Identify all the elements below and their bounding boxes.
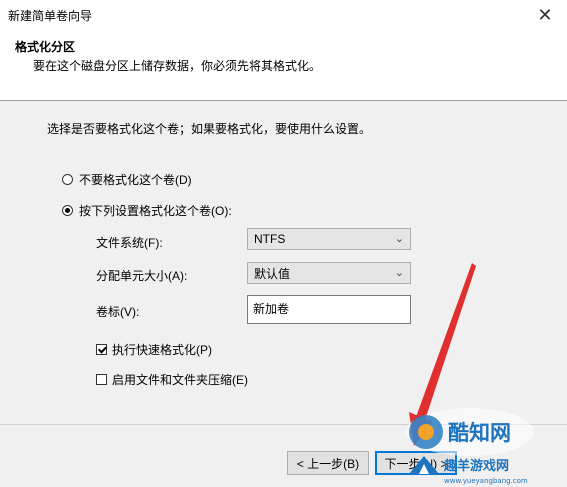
checkbox-unchecked[interactable] [96, 374, 107, 385]
chevron-down-icon: ⌄ [394, 267, 404, 279]
checkbox-checked[interactable] [96, 344, 107, 355]
compression-checkbox[interactable]: 启用文件和文件夹压缩(E) [96, 371, 248, 388]
wizard-window: 新建简单卷向导 ✕ 格式化分区 要在这个磁盘分区上储存数据，你必须先将其格式化。… [0, 0, 567, 487]
radio-no-format[interactable]: 不要格式化这个卷(D) [62, 171, 192, 188]
radio-button-selected[interactable] [62, 205, 73, 216]
checkbox-label: 执行快速格式化(P) [112, 343, 212, 357]
quick-format-checkbox[interactable]: 执行快速格式化(P) [96, 341, 212, 358]
close-icon[interactable]: ✕ [523, 0, 567, 30]
chevron-down-icon: ⌄ [394, 233, 404, 245]
window-title: 新建简单卷向导 [8, 9, 93, 23]
wizard-footer [0, 425, 567, 487]
volume-label-input[interactable]: 新加卷 [247, 295, 411, 324]
radio-label: 不要格式化这个卷(D) [79, 173, 192, 187]
title-bar: 新建简单卷向导 ✕ [0, 0, 567, 30]
filesystem-value: NTFS [254, 232, 286, 246]
back-button[interactable]: < 上一步(B) [287, 451, 369, 475]
wizard-header: 格式化分区 要在这个磁盘分区上储存数据，你必须先将其格式化。 [0, 30, 567, 100]
radio-button[interactable] [62, 174, 73, 185]
page-title: 格式化分区 [15, 40, 76, 54]
allocation-select[interactable]: 默认值 ⌄ [247, 262, 411, 284]
allocation-label: 分配单元大小(A): [96, 269, 188, 283]
radio-label: 按下列设置格式化这个卷(O): [79, 204, 232, 218]
checkbox-label: 启用文件和文件夹压缩(E) [112, 373, 248, 387]
next-button[interactable]: 下一步(N) > [375, 451, 457, 475]
page-description: 要在这个磁盘分区上储存数据，你必须先将其格式化。 [33, 59, 322, 73]
volume-label-label: 卷标(V): [96, 305, 140, 319]
filesystem-label: 文件系统(F): [96, 236, 163, 250]
filesystem-select[interactable]: NTFS ⌄ [247, 228, 411, 250]
allocation-value: 默认值 [254, 266, 291, 281]
radio-format-with-settings[interactable]: 按下列设置格式化这个卷(O): [62, 202, 232, 219]
intro-text: 选择是否要格式化这个卷；如果要格式化，要使用什么设置。 [47, 122, 372, 136]
